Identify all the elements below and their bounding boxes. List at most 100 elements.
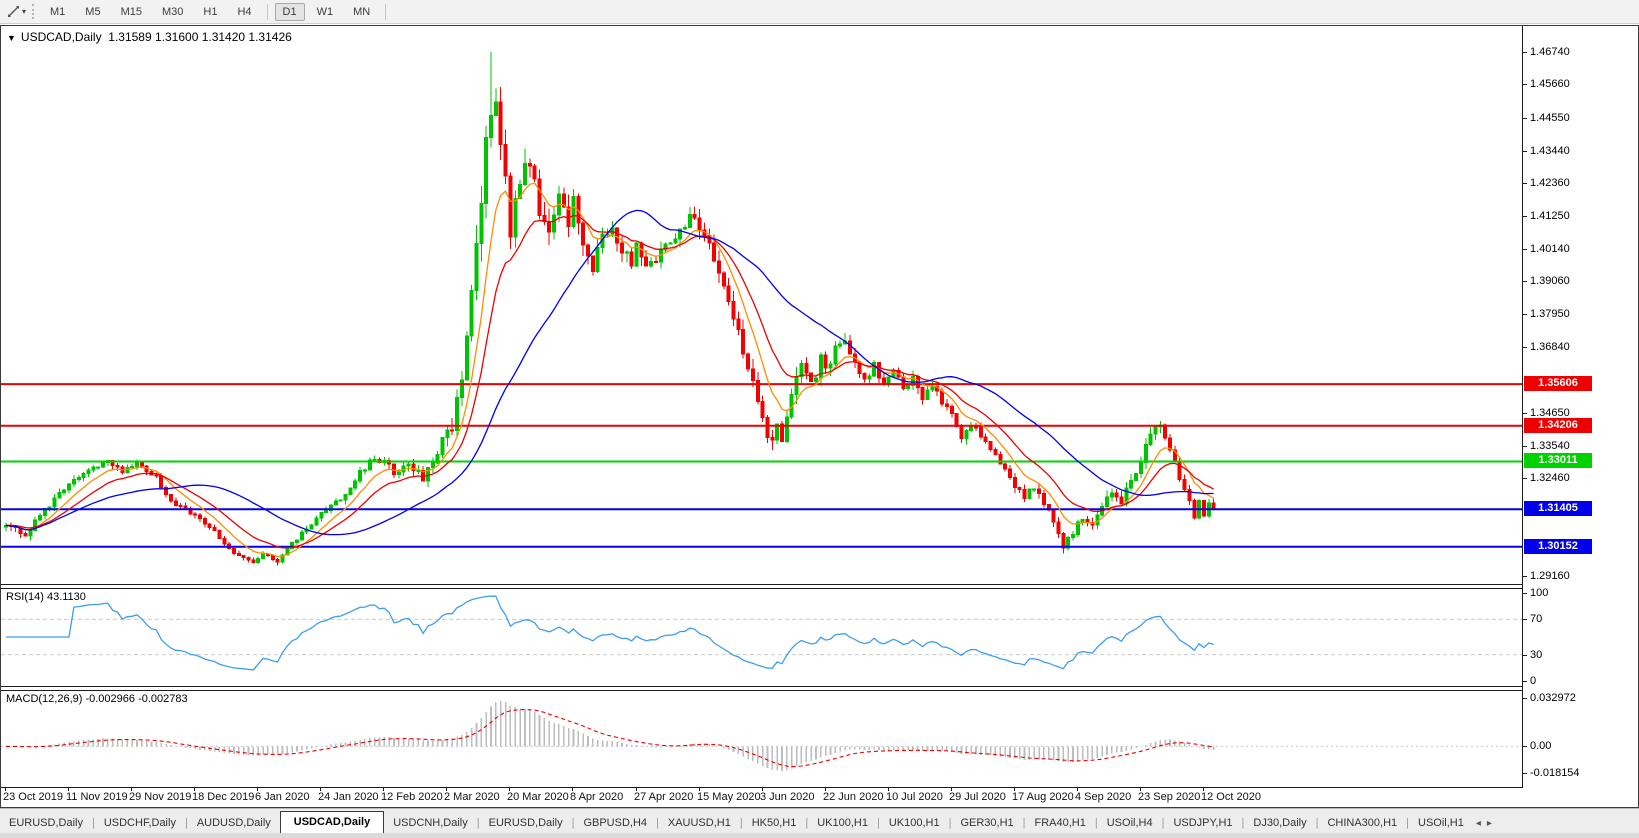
date-axis-label: 23 Sep 2020 bbox=[1138, 791, 1200, 803]
chart-tab-dj30-daily[interactable]: DJ30,Daily bbox=[1244, 813, 1315, 834]
chart-ohlc-values: 1.31589 1.31600 1.31420 1.31426 bbox=[108, 30, 292, 44]
timeframe-button-h4[interactable]: H4 bbox=[229, 3, 259, 21]
timeframe-button-h1[interactable]: H1 bbox=[195, 3, 225, 21]
chart-symbol-label: USDCAD,Daily bbox=[21, 30, 102, 44]
chart-tab-uk100-h1[interactable]: UK100,H1 bbox=[880, 813, 949, 834]
price-axis-tick bbox=[1522, 478, 1527, 479]
rsi-axis-tick bbox=[1522, 619, 1527, 620]
chart-tab-usdcad-daily[interactable]: USDCAD,Daily bbox=[280, 811, 384, 834]
chart-tab-usdjpy-h1[interactable]: USDJPY,H1 bbox=[1164, 813, 1241, 834]
chart-tab-uk100-h1[interactable]: UK100,H1 bbox=[808, 813, 877, 834]
price-axis-label: 1.40140 bbox=[1530, 243, 1570, 256]
chart-tab-china300-h1[interactable]: CHINA300,H1 bbox=[1318, 813, 1406, 834]
hline-price-flag[interactable]: 1.35606 bbox=[1524, 376, 1592, 391]
hline-price-flag[interactable]: 1.33011 bbox=[1524, 453, 1592, 468]
chart-tab-eurusd-daily[interactable]: EURUSD,Daily bbox=[480, 813, 572, 834]
date-axis-label: 10 Jul 2020 bbox=[886, 791, 943, 803]
chart-tab-usoil-h4[interactable]: USOil,H4 bbox=[1098, 813, 1162, 834]
chart-tab-usdchf-daily[interactable]: USDCHF,Daily bbox=[95, 813, 185, 834]
price-axis-tick bbox=[1522, 413, 1527, 414]
toolbar-separator bbox=[385, 4, 386, 20]
rsi-label: RSI(14) 43.1130 bbox=[6, 591, 86, 603]
macd-axis-tick bbox=[1522, 698, 1527, 699]
chart-tab-audusd-daily[interactable]: AUDUSD,Daily bbox=[188, 813, 280, 834]
cursor-tool-icon[interactable] bbox=[4, 4, 22, 20]
timeframe-button-w1[interactable]: W1 bbox=[309, 3, 342, 21]
tab-scroll-right-icon[interactable]: ▸ bbox=[1484, 814, 1495, 834]
price-axis-tick bbox=[1522, 347, 1527, 348]
chart-tab-fra40-h1[interactable]: FRA40,H1 bbox=[1026, 813, 1095, 834]
tab-scroll-left-icon[interactable]: ◂ bbox=[1473, 814, 1484, 834]
price-axis-tick bbox=[1522, 249, 1527, 250]
hline-price-flag[interactable]: 1.30152 bbox=[1524, 539, 1592, 554]
toolbar-separator bbox=[267, 4, 268, 20]
macd-axis-label: 0.032972 bbox=[1530, 692, 1576, 705]
price-axis-label: 1.39060 bbox=[1530, 275, 1570, 288]
rsi-chart-canvas[interactable] bbox=[1, 589, 1522, 686]
date-axis-label: 6 Jan 2020 bbox=[255, 791, 309, 803]
date-axis-label: 23 Oct 2019 bbox=[3, 791, 63, 803]
timeframe-button-mn[interactable]: MN bbox=[345, 3, 378, 21]
timeframe-button-d1[interactable]: D1 bbox=[275, 3, 305, 21]
macd-chart-canvas[interactable] bbox=[1, 691, 1522, 787]
chart-title: ▼ USDCAD,Daily 1.31589 1.31600 1.31420 1.… bbox=[7, 30, 292, 44]
price-axis-tick bbox=[1522, 118, 1527, 119]
rsi-axis-tick bbox=[1522, 593, 1527, 594]
price-axis-label: 1.44550 bbox=[1530, 112, 1570, 125]
rsi-axis-label: 70 bbox=[1530, 613, 1542, 626]
timeframe-button-m1[interactable]: M1 bbox=[42, 3, 73, 21]
chart-tab-gbpusd-h4[interactable]: GBPUSD,H4 bbox=[574, 813, 656, 834]
hline-price-flag[interactable]: 1.34206 bbox=[1524, 418, 1592, 433]
price-axis-tick bbox=[1522, 151, 1527, 152]
chart-tab-usoil-h1[interactable]: USOil,H1 bbox=[1409, 813, 1473, 834]
rsi-axis-label: 30 bbox=[1530, 649, 1542, 662]
price-axis-label: 1.46740 bbox=[1530, 46, 1570, 59]
date-axis-label: 11 Nov 2019 bbox=[66, 791, 128, 803]
cursor-tool-dropdown-icon[interactable]: ▾ bbox=[22, 7, 26, 16]
macd-axis-label: -0.018154 bbox=[1530, 767, 1580, 780]
price-axis-line bbox=[1522, 26, 1523, 787]
price-axis-label: 1.29160 bbox=[1530, 570, 1570, 583]
date-axis-label: 22 Jun 2020 bbox=[823, 791, 884, 803]
price-axis-tick bbox=[1522, 576, 1527, 577]
collapse-icon[interactable]: ▼ bbox=[7, 33, 16, 43]
chart-tab-xauusd-h1[interactable]: XAUUSD,H1 bbox=[659, 813, 740, 834]
timeframe-button-m5[interactable]: M5 bbox=[77, 3, 108, 21]
rsi-axis-tick bbox=[1522, 681, 1527, 682]
rsi-axis-label: 100 bbox=[1530, 587, 1548, 600]
date-axis-label: 12 Oct 2020 bbox=[1201, 791, 1261, 803]
timeframe-buttons: M1M5 M15M30H1H4 D1W1MN bbox=[40, 3, 391, 21]
date-axis-label: 15 May 2020 bbox=[697, 791, 761, 803]
price-axis-label: 1.43440 bbox=[1530, 145, 1570, 158]
date-axis-label: 27 Apr 2020 bbox=[634, 791, 693, 803]
hline-price-flag[interactable]: 1.31405 bbox=[1524, 501, 1592, 516]
chart-tab-ger30-h1[interactable]: GER30,H1 bbox=[951, 813, 1022, 834]
price-axis-tick bbox=[1522, 52, 1527, 53]
rsi-axis-label: 0 bbox=[1530, 675, 1536, 688]
price-axis-label: 1.33540 bbox=[1530, 440, 1570, 453]
date-axis-label: 20 Mar 2020 bbox=[507, 791, 569, 803]
date-axis-label: 18 Dec 2019 bbox=[192, 791, 254, 803]
price-axis-tick bbox=[1522, 84, 1527, 85]
date-axis-label: 2 Mar 2020 bbox=[444, 791, 500, 803]
chart-tab-bar: EURUSD,Daily|USDCHF,Daily|AUDUSD,DailyUS… bbox=[0, 808, 1639, 834]
price-axis-tick bbox=[1522, 216, 1527, 217]
price-axis-tick bbox=[1522, 314, 1527, 315]
timeframe-button-m15[interactable]: M15 bbox=[113, 3, 150, 21]
macd-axis-label: 0.00 bbox=[1530, 740, 1551, 753]
chart-window: ▼ USDCAD,Daily 1.31589 1.31600 1.31420 1.… bbox=[0, 25, 1639, 808]
window-bottom-strip bbox=[0, 833, 1639, 838]
chart-tab-usdcnh-daily[interactable]: USDCNH,Daily bbox=[384, 813, 477, 834]
macd-label: MACD(12,26,9) -0.002966 -0.002783 bbox=[6, 693, 188, 705]
date-axis-label: 29 Jul 2020 bbox=[949, 791, 1006, 803]
chart-tab-hk50-h1[interactable]: HK50,H1 bbox=[743, 813, 806, 834]
toolbar-grip bbox=[32, 4, 34, 19]
macd-axis-tick bbox=[1522, 746, 1527, 747]
price-axis-tick bbox=[1522, 183, 1527, 184]
date-axis-label: 4 Sep 2020 bbox=[1075, 791, 1131, 803]
timeframe-toolbar: ▾ M1M5 M15M30H1H4 D1W1MN bbox=[0, 0, 1639, 24]
price-axis-tick bbox=[1522, 281, 1527, 282]
price-chart-canvas[interactable] bbox=[1, 26, 1522, 584]
chart-tab-eurusd-daily[interactable]: EURUSD,Daily bbox=[0, 813, 92, 834]
timeframe-button-m30[interactable]: M30 bbox=[154, 3, 191, 21]
